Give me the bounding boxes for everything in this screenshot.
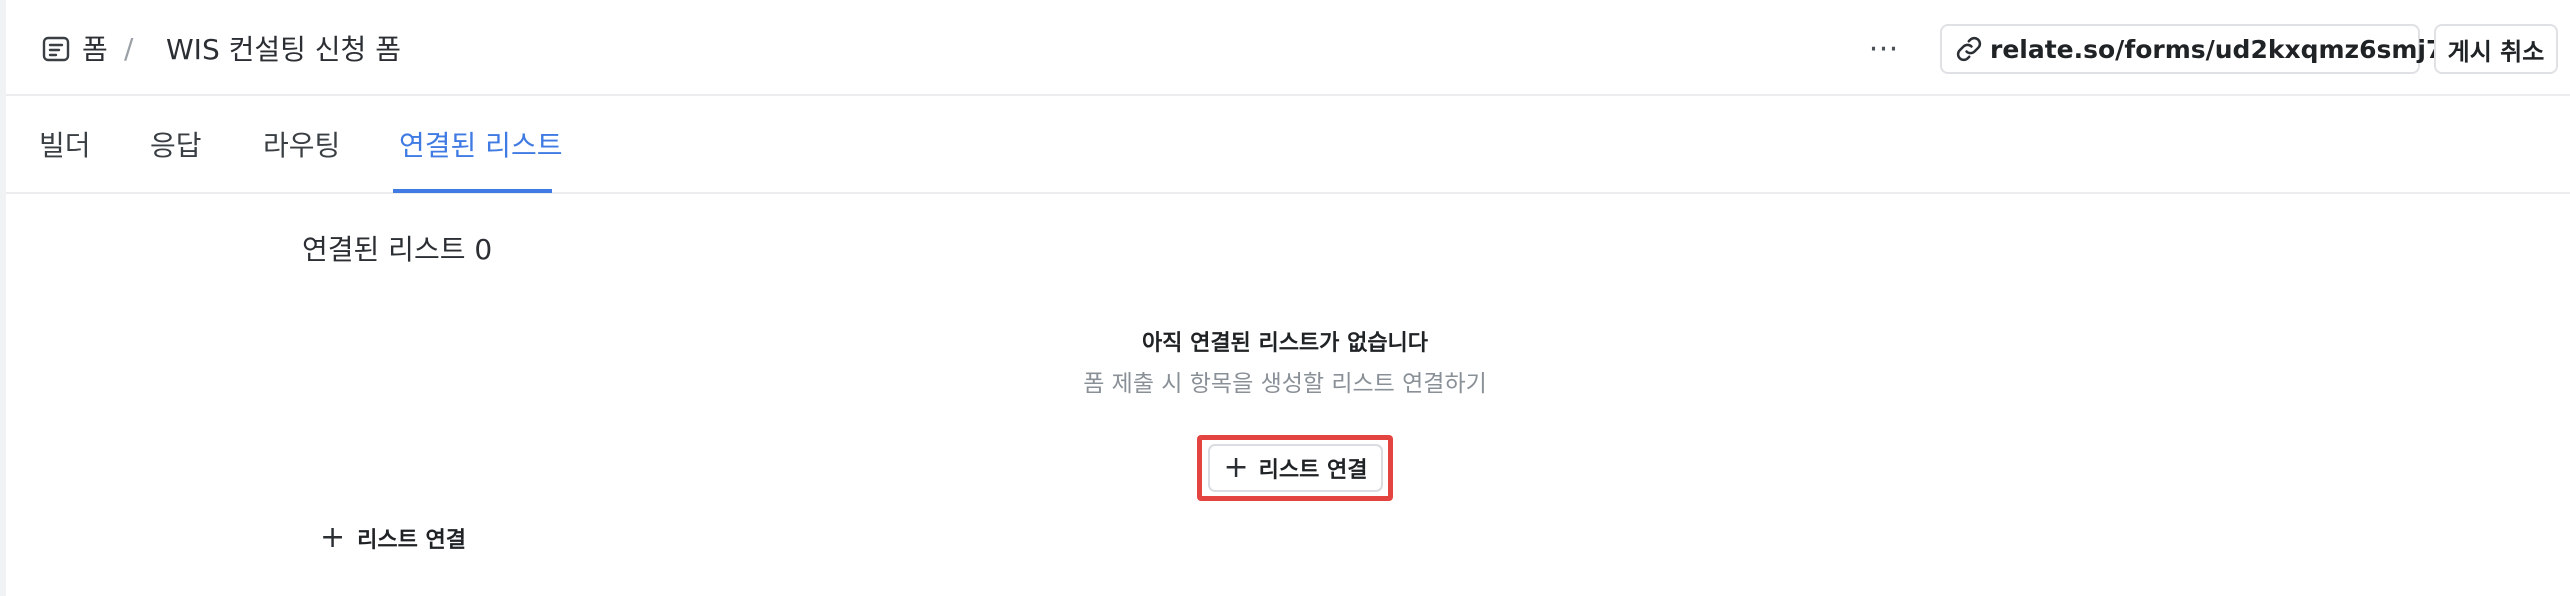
page-title[interactable]: WIS 컨설팅 신청 폼 <box>166 0 401 96</box>
share-url-text: relate.so/forms/ud2kxqmz6smj740h <box>1990 34 2496 64</box>
more-options-button[interactable]: ⋯ <box>1862 26 1906 70</box>
share-url-button[interactable]: relate.so/forms/ud2kxqmz6smj740h <box>1940 24 2496 74</box>
tab-bar: 빌더 응답 라우팅 연결된 리스트 <box>6 96 2570 194</box>
empty-state-title: 아직 연결된 리스트가 없습니다 <box>1141 331 1429 356</box>
section-title: 연결된 리스트 0 <box>302 228 492 268</box>
ellipsis-icon: ⋯ <box>1868 30 1900 66</box>
breadcrumb-separator: / <box>124 31 134 65</box>
active-tab-indicator <box>393 189 552 193</box>
unpublish-button[interactable]: 게시 취소 <box>2434 24 2558 74</box>
empty-state-subtitle: 폼 제출 시 항목을 생성할 리스트 연결하기 <box>1083 371 1487 397</box>
plus-icon: + <box>1223 450 1249 485</box>
breadcrumb-root[interactable]: 폼 <box>82 0 108 96</box>
section-label: 연결된 리스트 <box>302 233 466 266</box>
connect-list-button[interactable]: + 리스트 연결 <box>1208 444 1383 492</box>
tab-linked-lists[interactable]: 연결된 리스트 <box>399 96 562 192</box>
top-bar: 폼 / WIS 컨설팅 신청 폼 ⋯ relate.so/forms/ud2kx… <box>6 0 2570 96</box>
connect-list-label: 리스트 연결 <box>1258 458 1368 483</box>
tab-responses[interactable]: 응답 <box>150 96 202 192</box>
app-window: 폼 / WIS 컨설팅 신청 폼 ⋯ relate.so/forms/ud2kx… <box>0 0 2570 596</box>
tab-routing[interactable]: 라우팅 <box>263 96 340 192</box>
tab-builder[interactable]: 빌더 <box>39 96 91 192</box>
connect-list-link-label: 리스트 연결 <box>357 528 467 553</box>
form-icon <box>42 36 70 62</box>
section-count: 0 <box>474 233 493 266</box>
connect-list-link[interactable]: + 리스트 연결 <box>320 518 466 558</box>
link-icon <box>1954 32 1984 66</box>
plus-icon: + <box>320 520 346 555</box>
